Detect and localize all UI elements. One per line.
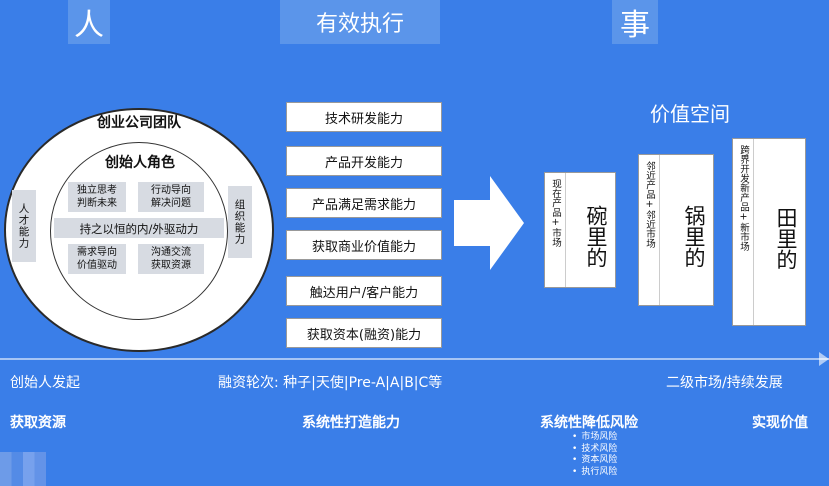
capability-product-dev: 产品开发能力 [286,146,442,176]
header-things: 事 [612,0,658,44]
bottom-reduce-risk: 系统性降低风险 [540,415,638,431]
bowl-crossover: 跨界开发新产品+新市场 田里的 [732,138,806,326]
trait-communication: 沟通交流 获取资源 [138,244,204,274]
bowl-adjacent: 邻近产品+邻近市场 锅里的 [638,154,714,306]
timeline-funding-rounds: 融资轮次: 种子|天使|Pre-A|A|B|C等 [218,375,443,391]
bowl-adjacent-label: 锅里的 [682,204,706,268]
capability-tech-rd: 技术研发能力 [286,102,442,132]
capability-commercial-value: 获取商业价值能力 [286,230,442,260]
organization-capability-label: 组织能力 [228,186,252,258]
risk-list: 市场风险 技术风险 资本风险 执行风险 [572,432,617,478]
timeline-end: 二级市场/持续发展 [666,375,783,391]
bottom-build-capability: 系统性打造能力 [302,415,400,431]
blurred-watermark [0,452,46,486]
trait-demand-oriented: 需求导向 价值驱动 [68,244,126,274]
bottom-realize-value: 实现价值 [752,415,808,431]
risk-item-capital: 资本风险 [572,455,617,467]
bowl-current: 现在产品+市场 碗里的 [544,172,616,288]
team-title: 创业公司团队 [97,115,181,131]
founder-title: 创始人角色 [105,155,175,171]
trait-independent-thinking: 独立思考 判断未来 [68,182,126,212]
trait-action-oriented: 行动导向 解决问题 [138,182,204,212]
header-effective-execution: 有效执行 [280,0,440,44]
bowl-crossover-detail: 跨界开发新产品+新市场 [733,139,754,325]
trait-persistence: 持之以恒的内/外驱动力 [54,218,224,238]
value-space-title: 价值空间 [650,102,730,126]
right-arrow-icon [454,176,524,270]
talent-capability-label: 人才能力 [12,190,36,262]
header-people: 人 [68,0,110,44]
capability-meet-demand: 产品满足需求能力 [286,188,442,218]
bowl-adjacent-detail: 邻近产品+邻近市场 [639,155,660,305]
risk-item-execution: 执行风险 [572,467,617,479]
bowl-current-detail: 现在产品+市场 [545,173,566,287]
risk-item-tech: 技术风险 [572,444,617,456]
bowl-crossover-label: 田里的 [774,206,798,270]
timeline-start: 创始人发起 [10,375,80,391]
bowl-current-label: 碗里的 [584,204,608,268]
risk-item-market: 市场风险 [572,432,617,444]
timeline-arrow-icon [819,352,829,366]
timeline-line [0,358,829,360]
capability-financing: 获取资本(融资)能力 [286,318,442,348]
bottom-get-resources: 获取资源 [10,415,66,431]
capability-reach-users: 触达用户/客户能力 [286,276,442,306]
